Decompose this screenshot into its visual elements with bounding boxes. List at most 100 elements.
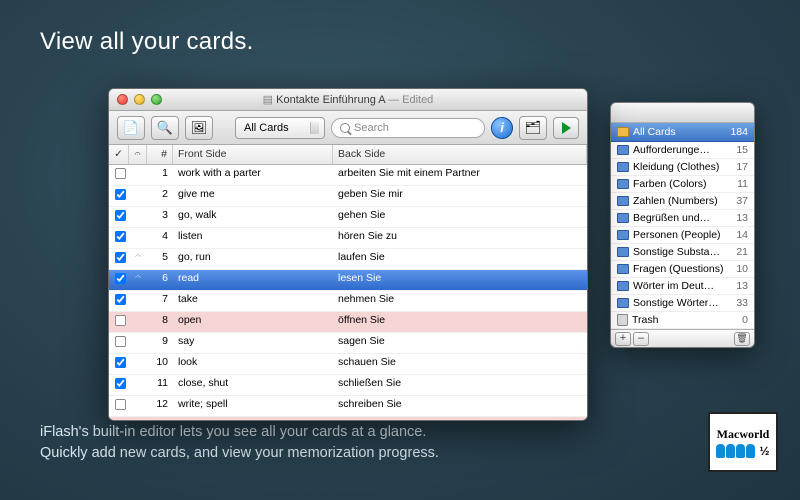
row-front[interactable]: take (173, 291, 333, 311)
decks-all-label: All Cards (633, 126, 676, 138)
folder-icon (617, 264, 629, 274)
row-front[interactable]: read (173, 270, 333, 290)
deck-filter-popup[interactable]: All Cards ▴▾ (235, 117, 325, 139)
deck-item[interactable]: Personen (People)14 (611, 227, 754, 244)
row-back[interactable]: arbeiten Sie mit einem Partner (333, 165, 587, 185)
row-back[interactable]: lesen Sie (333, 270, 587, 290)
subtext-line-2: Quickly add new cards, and view your mem… (40, 443, 439, 465)
row-checkbox[interactable] (115, 357, 126, 368)
deck-item[interactable]: Sonstige Substa…21 (611, 244, 754, 261)
row-number: 4 (147, 228, 173, 248)
table-row[interactable]: 𝄐5go, runlaufen Sie (109, 249, 587, 270)
row-back[interactable]: sagen Sie (333, 333, 587, 353)
row-number: 12 (147, 396, 173, 416)
info-button[interactable]: i (491, 117, 513, 139)
info-icon: i (500, 120, 504, 135)
row-back[interactable]: geben Sie mir (333, 186, 587, 206)
folder-icon (617, 281, 629, 291)
row-front[interactable]: go, run (173, 249, 333, 269)
row-front[interactable]: sit down (173, 417, 333, 420)
new-card-button[interactable]: 📄 (117, 116, 145, 140)
row-back[interactable]: laufen Sie (333, 249, 587, 269)
row-front[interactable]: go, walk (173, 207, 333, 227)
deck-item[interactable]: Wörter im Deut…13 (611, 278, 754, 295)
row-checkbox[interactable] (115, 378, 126, 389)
row-back[interactable]: schreiben Sie (333, 396, 587, 416)
col-back[interactable]: Back Side (333, 145, 587, 164)
row-number: 2 (147, 186, 173, 206)
row-front[interactable]: write; spell (173, 396, 333, 416)
deck-item[interactable]: Aufforderunge…15 (611, 142, 754, 159)
trash-icon: 🗑 (736, 333, 747, 343)
row-back[interactable]: öffnen Sie (333, 312, 587, 332)
remove-deck-button[interactable]: – (633, 332, 649, 346)
table-header: ✓ 𝄐 # Front Side Back Side (109, 145, 587, 165)
row-back[interactable]: schließen Sie (333, 375, 587, 395)
table-row[interactable]: 2give megeben Sie mir (109, 186, 587, 207)
study-button[interactable]: 🗂 (519, 116, 547, 140)
row-checkbox[interactable] (115, 252, 126, 263)
row-front[interactable]: close, shut (173, 375, 333, 395)
row-checkbox[interactable] (115, 231, 126, 242)
deck-item[interactable]: Kleidung (Clothes)17 (611, 159, 754, 176)
row-checkbox[interactable] (115, 294, 126, 305)
row-back[interactable]: setzen Sie sich (333, 417, 587, 420)
row-back[interactable]: nehmen Sie (333, 291, 587, 311)
deck-item[interactable]: Fragen (Questions)10 (611, 261, 754, 278)
table-row[interactable]: 10lookschauen Sie (109, 354, 587, 375)
row-checkbox[interactable] (115, 273, 126, 284)
table-row[interactable]: 𝄐6readlesen Sie (109, 270, 587, 291)
table-row[interactable]: 13sit downsetzen Sie sich (109, 417, 587, 420)
media-button[interactable]: 🖼 (185, 116, 213, 140)
badge-half: ½ (759, 445, 769, 457)
row-checkbox[interactable] (115, 189, 126, 200)
row-checkbox[interactable] (115, 315, 126, 326)
col-check[interactable]: ✓ (109, 145, 129, 164)
play-button[interactable] (553, 117, 579, 139)
row-front[interactable]: listen (173, 228, 333, 248)
decks-trash[interactable]: Trash 0 (611, 312, 754, 329)
decks-titlebar[interactable] (611, 103, 754, 123)
folder-icon (617, 179, 629, 189)
deck-item[interactable]: Begrüßen und…13 (611, 210, 754, 227)
row-back[interactable]: hören Sie zu (333, 228, 587, 248)
table-row[interactable]: 7takenehmen Sie (109, 291, 587, 312)
cards-icon: 🗂 (525, 120, 542, 136)
row-clip (129, 291, 147, 311)
row-back[interactable]: gehen Sie (333, 207, 587, 227)
trash-icon (617, 314, 628, 326)
decks-all-cards[interactable]: All Cards 184 (611, 123, 754, 142)
row-front[interactable]: give me (173, 186, 333, 206)
row-front[interactable]: open (173, 312, 333, 332)
row-checkbox[interactable] (115, 399, 126, 410)
row-number: 9 (147, 333, 173, 353)
row-back[interactable]: schauen Sie (333, 354, 587, 374)
col-number[interactable]: # (147, 145, 173, 164)
table-row[interactable]: 4listenhören Sie zu (109, 228, 587, 249)
row-checkbox[interactable] (115, 336, 126, 347)
table-row[interactable]: 11close, shutschließen Sie (109, 375, 587, 396)
deck-item[interactable]: Farben (Colors)11 (611, 176, 754, 193)
table-row[interactable]: 8openöffnen Sie (109, 312, 587, 333)
row-front[interactable]: look (173, 354, 333, 374)
deck-item[interactable]: Sonstige Wörter…33 (611, 295, 754, 312)
col-front[interactable]: Front Side (173, 145, 333, 164)
search-input[interactable]: Search (331, 118, 485, 138)
row-checkbox[interactable] (115, 210, 126, 221)
add-deck-button[interactable]: + (615, 332, 631, 346)
deck-item[interactable]: Zahlen (Numbers)37 (611, 193, 754, 210)
row-number: 8 (147, 312, 173, 332)
row-checkbox[interactable] (115, 168, 126, 179)
col-attachment[interactable]: 𝄐 (129, 145, 147, 164)
window-titlebar[interactable]: ▤ Kontakte Einführung A — Edited (109, 89, 587, 111)
deck-label: Personen (People) (633, 229, 721, 241)
table-row[interactable]: 12write; spellschreiben Sie (109, 396, 587, 417)
view-mode-button[interactable]: 🔍 (151, 116, 179, 140)
deck-label: Farben (Colors) (633, 178, 707, 190)
deck-action-button[interactable]: 🗑 (734, 332, 750, 346)
table-row[interactable]: 1work with a parterarbeiten Sie mit eine… (109, 165, 587, 186)
table-row[interactable]: 3go, walkgehen Sie (109, 207, 587, 228)
row-front[interactable]: work with a parter (173, 165, 333, 185)
row-front[interactable]: say (173, 333, 333, 353)
table-row[interactable]: 9saysagen Sie (109, 333, 587, 354)
